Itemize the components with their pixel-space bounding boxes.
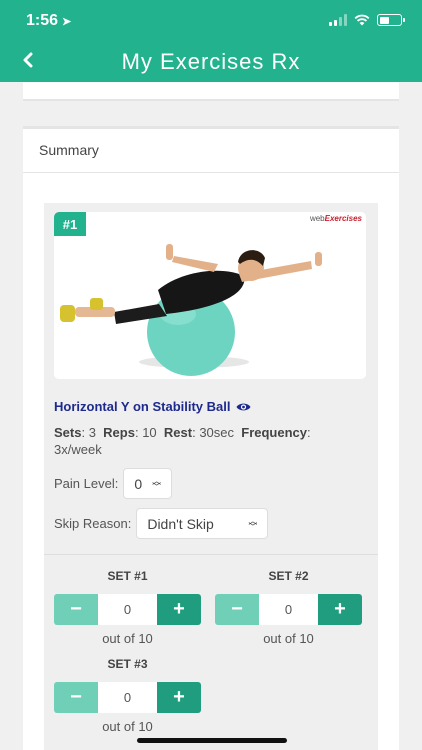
location-arrow-icon: ➤ bbox=[62, 15, 72, 28]
skip-reason-row: Skip Reason: Didn't Skip ︿ ﹀ bbox=[54, 508, 269, 539]
home-indicator bbox=[137, 738, 287, 743]
set-2-minus-button[interactable]: − bbox=[215, 594, 259, 625]
logo-prefix: web bbox=[309, 214, 325, 223]
set-1-stepper: − 0 + bbox=[54, 594, 201, 625]
cellular-signal-icon bbox=[329, 14, 347, 26]
set-3-stepper: − 0 + bbox=[54, 682, 201, 713]
set-1-minus-button[interactable]: − bbox=[54, 594, 98, 625]
set-3-value-input[interactable]: 0 bbox=[98, 682, 157, 713]
set-1-value-input[interactable]: 0 bbox=[98, 594, 157, 625]
frequency-value: 3x/week bbox=[54, 442, 102, 457]
set-1-plus-button[interactable]: + bbox=[157, 594, 201, 625]
exercise-number-badge: #1 bbox=[54, 212, 86, 236]
summary-heading: Summary bbox=[23, 129, 399, 173]
skip-reason-value: Didn't Skip bbox=[147, 515, 214, 532]
set-2-stepper: − 0 + bbox=[215, 594, 362, 625]
set-3-minus-button[interactable]: − bbox=[54, 682, 98, 713]
summary-card: Summary #1 webExercises Horizontal Y on … bbox=[23, 126, 399, 750]
chevron-updown-icon: ︿ ﹀ bbox=[248, 515, 258, 532]
set-1-label: SET #1 bbox=[107, 569, 148, 583]
set-3-target: out of 10 bbox=[102, 719, 153, 734]
rest-value: 30sec bbox=[199, 425, 235, 440]
page-title: My Exercises Rx bbox=[121, 49, 301, 74]
pain-level-select[interactable]: 0 ︿ ﹀ bbox=[123, 468, 173, 499]
set-1: SET #1 − 0 + out of 10 bbox=[54, 569, 201, 646]
clock: 1:56 bbox=[26, 12, 59, 29]
sets-label: Sets bbox=[54, 425, 82, 440]
set-2-label: SET #2 bbox=[268, 569, 309, 583]
eye-icon bbox=[236, 403, 250, 410]
logo-brand: Exercises bbox=[324, 214, 362, 223]
set-1-target: out of 10 bbox=[102, 631, 153, 646]
webexercises-logo: webExercises bbox=[310, 214, 362, 223]
reps-label: Reps bbox=[103, 425, 135, 440]
divider bbox=[44, 554, 378, 555]
top-bar: 1:56 ➤ My Exercises Rx bbox=[0, 0, 422, 82]
exercise-name-link[interactable]: Horizontal Y on Stability Ball bbox=[54, 399, 251, 414]
frequency-label: Frequency bbox=[241, 425, 308, 440]
battery-icon bbox=[377, 14, 405, 26]
set-2-target: out of 10 bbox=[263, 631, 314, 646]
set-2-plus-button[interactable]: + bbox=[318, 594, 362, 625]
sets-value: 3 bbox=[88, 425, 96, 440]
exercise-illustration bbox=[54, 212, 366, 379]
set-3-label: SET #3 bbox=[107, 657, 148, 671]
exercise-prescription: Sets: 3 Reps: 10 Rest: 30sec Frequency: … bbox=[54, 425, 311, 457]
status-time: 1:56 ➤ bbox=[26, 12, 71, 30]
exercise-name: Horizontal Y on Stability Ball bbox=[54, 399, 231, 414]
previous-card bbox=[23, 82, 399, 101]
skip-reason-label: Skip Reason: bbox=[54, 516, 132, 531]
set-2-value-input[interactable]: 0 bbox=[259, 594, 318, 625]
rest-label: Rest bbox=[163, 425, 193, 440]
system-indicators bbox=[329, 14, 405, 26]
exercise-image[interactable]: #1 webExercises bbox=[54, 212, 366, 379]
pain-level-row: Pain Level: 0 ︿ ﹀ bbox=[54, 468, 173, 499]
pain-level-value: 0 bbox=[134, 475, 143, 492]
status-bar: 1:56 ➤ bbox=[0, 0, 422, 40]
set-3-plus-button[interactable]: + bbox=[157, 682, 201, 713]
exercise-item: #1 webExercises Horizontal Y on Stabilit… bbox=[44, 203, 378, 750]
chevron-updown-icon: ︿ ﹀ bbox=[152, 475, 162, 492]
wifi-icon bbox=[354, 14, 370, 26]
set-2: SET #2 − 0 + out of 10 bbox=[215, 569, 362, 646]
pain-level-label: Pain Level: bbox=[54, 476, 119, 491]
skip-reason-select[interactable]: Didn't Skip ︿ ﹀ bbox=[136, 508, 269, 539]
reps-value: 10 bbox=[142, 425, 157, 440]
set-3: SET #3 − 0 + out of 10 bbox=[54, 657, 201, 734]
